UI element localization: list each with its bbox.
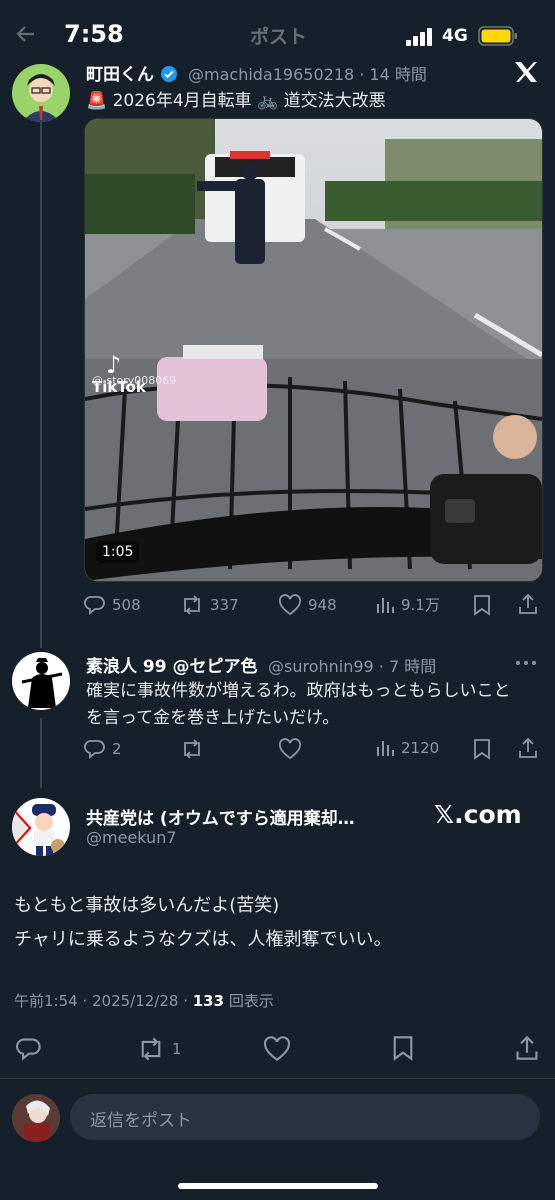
- verified-badge-icon: [160, 65, 178, 83]
- divider: [0, 1078, 555, 1079]
- reply-icon: [84, 740, 105, 759]
- avatar[interactable]: [12, 798, 70, 856]
- repost-button[interactable]: 1: [136, 1036, 182, 1062]
- author-handle[interactable]: @machida19650218 · 14 時間: [188, 61, 427, 85]
- repost-count: 1: [172, 1040, 182, 1058]
- x-logo-icon: [513, 60, 539, 84]
- bookmark-icon: [474, 595, 490, 616]
- views-button[interactable]: 2120: [375, 738, 439, 758]
- network-type: 4G: [442, 26, 468, 46]
- post-text-line: もともと事故は多いんだよ(苦笑): [14, 895, 280, 916]
- share-icon: [519, 737, 537, 758]
- view-count: 9.1万: [401, 596, 440, 614]
- page-title: ポスト: [250, 26, 308, 48]
- more-options-icon[interactable]: [515, 660, 537, 666]
- repost-count: 337: [210, 596, 239, 614]
- repost-icon: [184, 739, 200, 759]
- bookmark-icon: [474, 739, 490, 760]
- battery-icon: [478, 26, 518, 46]
- avatar[interactable]: [12, 652, 70, 710]
- share-button[interactable]: [517, 737, 539, 759]
- video-duration: 1:05: [96, 541, 140, 563]
- tiktok-user: @ story008069: [92, 374, 177, 387]
- post-text-line: チャリに乗るようなクズは、人権剥奪でいい。: [14, 929, 392, 950]
- share-button[interactable]: [514, 1035, 540, 1061]
- repost-icon: [141, 1037, 161, 1061]
- repost-button[interactable]: 337: [180, 594, 239, 616]
- author-handle[interactable]: @surohnin99 · 7 時間: [268, 653, 436, 677]
- share-icon: [519, 593, 537, 614]
- repost-icon: [184, 595, 200, 615]
- post-meta: 午前1:54 · 2025/12/28 · 133 回表示: [14, 990, 274, 1011]
- reply-count: 2: [112, 740, 122, 758]
- view-count: 133: [192, 992, 225, 1010]
- share-button[interactable]: [517, 593, 539, 615]
- thread-line: [40, 118, 42, 648]
- signal-icon: [406, 28, 434, 46]
- status-time: 7:58: [64, 20, 124, 48]
- views-button[interactable]: 9.1万: [375, 594, 440, 615]
- bookmark-button[interactable]: [472, 738, 492, 760]
- post-text: 🚨 2026年4月自転車 🚲 道交法大改悪: [86, 91, 386, 111]
- video-player[interactable]: [84, 118, 543, 582]
- bookmark-icon: [393, 1036, 413, 1061]
- like-count: 948: [308, 596, 337, 614]
- reply-placeholder: 返信をポスト: [90, 1111, 192, 1131]
- reply-button[interactable]: [16, 1036, 42, 1062]
- share-icon: [516, 1035, 538, 1060]
- like-button[interactable]: [262, 1036, 292, 1062]
- back-arrow-icon[interactable]: [14, 22, 38, 46]
- author-name[interactable]: 素浪人 99 @セピア色: [86, 652, 258, 677]
- bookmark-button[interactable]: [472, 594, 492, 616]
- reply-button[interactable]: 508: [84, 594, 141, 616]
- bookmark-button[interactable]: [391, 1035, 415, 1061]
- reply-button[interactable]: 2: [84, 738, 122, 760]
- heart-icon: [263, 1036, 291, 1061]
- post-timestamp: 午前1:54 · 2025/12/28 ·: [14, 992, 193, 1010]
- author-name-text: 町田くん: [86, 65, 154, 85]
- views-chart-icon: [377, 597, 394, 613]
- reply-icon: [84, 596, 105, 615]
- like-button[interactable]: [278, 738, 302, 760]
- post-text: もともと事故は多いんだよ(苦笑) チャリに乗るようなクズは、人権剥奪でいい。: [14, 889, 534, 957]
- avatar[interactable]: [12, 64, 70, 122]
- reply-icon: [16, 1038, 41, 1061]
- view-count: 2120: [401, 739, 440, 757]
- views-chart-icon: [377, 741, 394, 756]
- post-text: 確実に事故件数が増えるわ。政府はもっともらしいことを言って金を巻き上げたいだけ。: [86, 681, 511, 728]
- heart-icon: [278, 594, 302, 616]
- like-button[interactable]: 948: [278, 594, 337, 616]
- view-label: 回表示: [224, 992, 274, 1010]
- author-handle[interactable]: @meekun7: [86, 828, 177, 847]
- heart-icon: [278, 738, 302, 760]
- author-name[interactable]: 町田くん: [86, 60, 178, 85]
- author-name[interactable]: 共産党は (オウムですら適用棄却…: [86, 804, 355, 829]
- source-badge: 𝕏.com: [434, 800, 522, 829]
- current-user-avatar[interactable]: [12, 1094, 60, 1142]
- reply-count: 508: [112, 596, 141, 614]
- home-indicator: [178, 1183, 378, 1189]
- repost-button[interactable]: [180, 738, 204, 760]
- thread-line: [40, 718, 42, 788]
